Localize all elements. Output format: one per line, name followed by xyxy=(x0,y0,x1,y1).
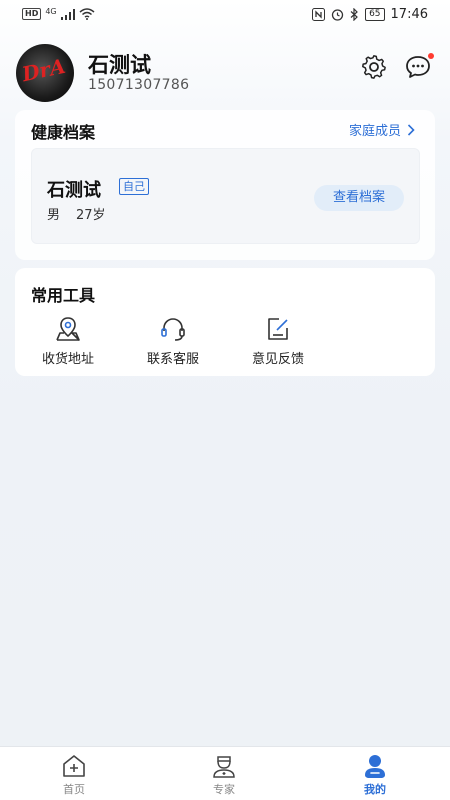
nav-mine[interactable]: 我的 xyxy=(340,753,410,797)
location-icon xyxy=(56,317,80,341)
chevron-right-icon xyxy=(407,123,415,136)
nav-label: 我的 xyxy=(364,783,386,796)
member-name: 石测试 xyxy=(47,180,101,201)
clock: 17:46 xyxy=(390,7,428,22)
nav-experts[interactable]: 专家 xyxy=(189,753,259,797)
headset-icon xyxy=(161,318,185,341)
bluetooth-icon xyxy=(350,8,358,21)
avatar-image: DrA xyxy=(19,53,68,87)
health-records-card: 健康档案 家庭成员 石测试 自己 男 27岁 查看档案 xyxy=(15,110,435,260)
family-members-link[interactable]: 家庭成员 xyxy=(349,120,415,139)
view-record-button[interactable]: 查看档案 xyxy=(314,185,404,211)
battery-level: 65 xyxy=(365,8,385,21)
member-profile-box: 石测试 自己 男 27岁 查看档案 xyxy=(31,148,420,244)
message-button[interactable] xyxy=(404,53,434,81)
alarm-icon xyxy=(331,9,344,21)
status-bar: HD 4G 65 17:46 xyxy=(0,0,450,30)
feedback-icon xyxy=(268,318,288,340)
network-type: 4G xyxy=(45,7,57,16)
avatar[interactable]: DrA xyxy=(16,44,74,102)
hd-indicator: HD xyxy=(22,8,42,20)
wifi-icon xyxy=(79,8,95,20)
tool-label: 收货地址 xyxy=(41,352,94,367)
member-info: 男 27岁 xyxy=(47,204,106,223)
member-age: 27岁 xyxy=(76,208,106,223)
settings-button[interactable] xyxy=(360,53,388,81)
family-members-label: 家庭成员 xyxy=(348,124,401,139)
user-phone: 15071307786 xyxy=(88,77,190,93)
doctor-icon xyxy=(213,756,235,778)
bottom-nav: 首页 专家 我的 xyxy=(0,746,450,800)
status-right: 65 17:46 xyxy=(312,7,428,22)
nav-label: 首页 xyxy=(63,783,85,796)
profile-icon xyxy=(365,755,385,778)
gear-icon xyxy=(362,55,386,79)
tool-label: 联系客服 xyxy=(146,352,199,367)
tool-label: 意见反馈 xyxy=(251,352,304,367)
health-records-title: 健康档案 xyxy=(31,123,96,142)
common-tools-card: 常用工具 收货地址 联系客服 意见反馈 xyxy=(15,268,435,376)
home-icon xyxy=(63,755,85,777)
nfc-icon xyxy=(312,8,326,21)
tool-feedback[interactable]: 意见反馈 xyxy=(238,314,318,367)
signal-icon xyxy=(60,8,75,20)
tool-customer-service[interactable]: 联系客服 xyxy=(133,314,213,367)
self-tag: 自己 xyxy=(119,178,149,195)
tool-shipping-address[interactable]: 收货地址 xyxy=(28,314,108,367)
common-tools-title: 常用工具 xyxy=(31,286,96,305)
unread-badge xyxy=(428,53,434,59)
nav-home[interactable]: 首页 xyxy=(39,753,109,797)
status-left: HD 4G xyxy=(22,8,95,20)
member-gender: 男 xyxy=(47,208,61,223)
nav-label: 专家 xyxy=(213,783,235,796)
user-name: 石测试 xyxy=(88,53,151,77)
